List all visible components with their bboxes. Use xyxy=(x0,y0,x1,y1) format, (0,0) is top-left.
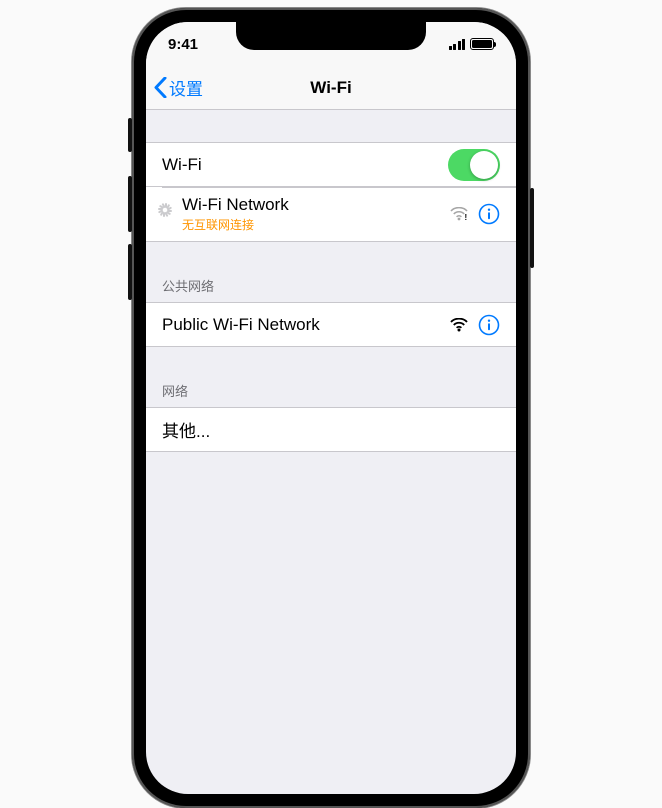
back-label: 设置 xyxy=(169,75,203,100)
chevron-left-icon xyxy=(154,77,167,98)
power-button xyxy=(530,188,534,268)
cellular-signal-icon xyxy=(449,39,466,50)
wifi-icon xyxy=(450,318,468,332)
phone-frame: 9:41 设置 Wi-Fi Wi-Fi xyxy=(132,8,530,808)
volume-up-button xyxy=(128,176,132,232)
wifi-toggle[interactable] xyxy=(448,149,500,181)
other-network-label: 其他... xyxy=(162,417,500,442)
info-icon[interactable] xyxy=(478,203,500,225)
wifi-toggle-group: Wi-Fi xyxy=(146,142,516,242)
svg-text:!: ! xyxy=(465,213,468,221)
status-right xyxy=(424,38,494,50)
loading-spinner-icon xyxy=(156,204,176,224)
battery-icon xyxy=(470,38,494,50)
current-network-accessories: ! xyxy=(450,203,500,225)
networks-group: 网络 其他... xyxy=(146,375,516,452)
public-network-row[interactable]: Public Wi-Fi Network xyxy=(146,302,516,347)
public-networks-group: 公共网络 Public Wi-Fi Network xyxy=(146,270,516,347)
content: Wi-Fi xyxy=(146,142,516,452)
current-network-status: 无互联网连接 xyxy=(182,216,450,233)
status-time: 9:41 xyxy=(168,36,228,53)
current-network-name: Wi-Fi Network xyxy=(182,195,450,215)
networks-header: 网络 xyxy=(146,375,516,407)
wifi-toggle-row[interactable]: Wi-Fi xyxy=(146,142,516,187)
current-network-row[interactable]: Wi-Fi Network 无互联网连接 ! xyxy=(146,187,516,242)
back-button[interactable]: 设置 xyxy=(146,75,203,100)
wifi-toggle-label: Wi-Fi xyxy=(162,155,448,175)
screen: 9:41 设置 Wi-Fi Wi-Fi xyxy=(146,22,516,794)
current-network-text: Wi-Fi Network 无互联网连接 xyxy=(182,187,450,241)
wifi-no-internet-icon: ! xyxy=(450,207,468,221)
public-network-accessories xyxy=(450,314,500,336)
public-networks-header: 公共网络 xyxy=(146,270,516,302)
notch xyxy=(236,22,426,50)
volume-down-button xyxy=(128,244,132,300)
public-network-name: Public Wi-Fi Network xyxy=(162,315,450,335)
other-network-row[interactable]: 其他... xyxy=(146,407,516,452)
mute-switch xyxy=(128,118,132,152)
nav-bar: 设置 Wi-Fi xyxy=(146,66,516,110)
info-icon[interactable] xyxy=(478,314,500,336)
